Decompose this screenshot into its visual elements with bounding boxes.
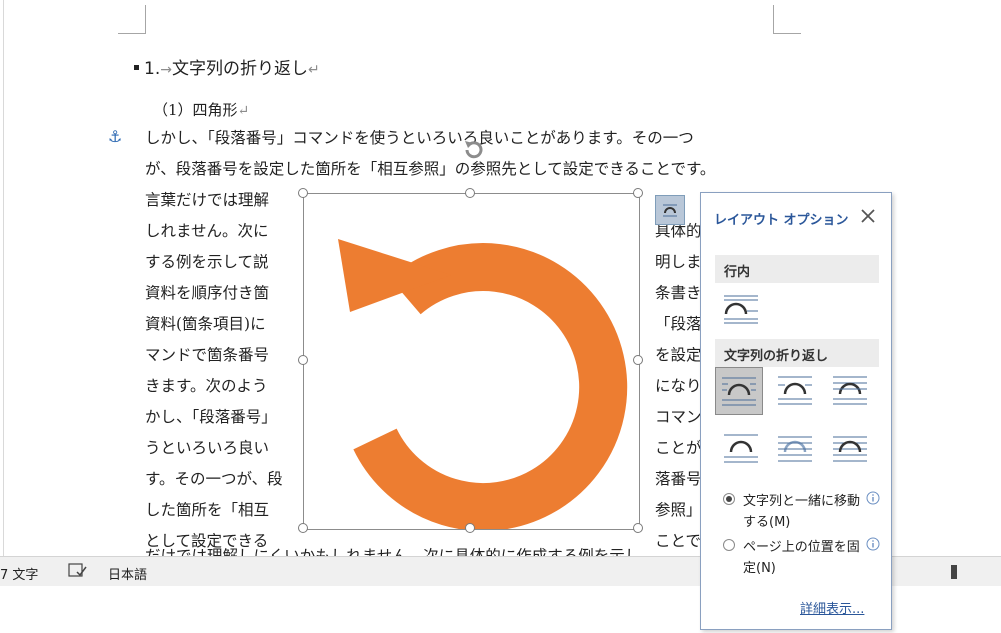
crop-mark-left-v [145, 5, 146, 33]
word-count[interactable]: 7 文字 [0, 564, 38, 583]
wrap-in-front-icon [833, 436, 867, 462]
move-with-text-label: 文字列と一緒に移動する(M) [743, 494, 861, 530]
body-line-full[interactable]: しかし、「段落番号」コマンドを使うといろいろ良いことがあります。その一つ [145, 128, 694, 148]
wrap-square-icon [722, 377, 756, 406]
body-line-right[interactable]: 条書き [655, 283, 700, 303]
body-line-left[interactable]: 資料(箇条項目)に [145, 314, 266, 334]
wrap-inline-icon [724, 295, 758, 324]
body-line-left[interactable]: 資料を順序付き箇 [145, 283, 269, 303]
wrap-tight-icon [778, 376, 812, 405]
selected-image[interactable] [303, 193, 640, 530]
body-line-right[interactable]: コマン [655, 407, 700, 427]
body-line-right[interactable]: 明しま [655, 252, 700, 272]
crop-mark-right-h [773, 33, 801, 34]
info-icon[interactable] [866, 537, 880, 551]
paragraph-mark: ↵ [307, 62, 320, 78]
resize-handle-bottom-right[interactable] [633, 523, 643, 533]
tab-mark: → [160, 62, 172, 78]
body-line-left[interactable]: する例を示して説 [145, 252, 269, 272]
crop-mark-right-v [773, 5, 774, 33]
wrap-top-bottom-button[interactable] [717, 425, 765, 473]
paragraph-mark: ↵ [237, 103, 250, 119]
body-line-left[interactable]: うといろいろ良い [145, 438, 269, 458]
body-line-right[interactable]: を設定 [655, 345, 700, 365]
heading-2-text: （1）四角形 [153, 101, 238, 119]
wrap-top-bottom-icon [724, 434, 758, 463]
wrap-through-button[interactable] [826, 367, 874, 415]
body-line-bottom[interactable]: だけでは理解しにくいかもしれません。次に具体的に作成する例を示し [145, 546, 640, 556]
resize-handle-top-right[interactable] [633, 188, 643, 198]
body-line-left[interactable]: しれません。次に [145, 221, 269, 241]
wrap-layout-icon [663, 204, 677, 217]
circular-arrow-icon [338, 239, 628, 529]
heading-2[interactable]: （1）四角形↵ [153, 99, 249, 120]
inline-section-header: 行内 [715, 255, 879, 283]
language-indicator[interactable]: 日本語 [108, 564, 147, 583]
body-line-right[interactable]: 参照」 [655, 500, 700, 520]
anchor-icon[interactable]: ⚓ [108, 127, 122, 146]
resize-handle-bottom-left[interactable] [298, 523, 308, 533]
zoom-slider-thumb[interactable] [951, 565, 957, 579]
heading-number: 1. [144, 59, 161, 79]
wrap-in-front-button[interactable] [826, 425, 874, 473]
see-more-link[interactable]: 詳細表示... [800, 598, 864, 617]
wrap-through-icon [833, 376, 867, 405]
heading-1[interactable]: 1.→文字列の折り返し↵ [134, 54, 320, 79]
proofing-icon[interactable] [68, 562, 88, 584]
rotate-handle-icon[interactable] [460, 136, 488, 164]
body-line-left[interactable]: きます。次のよう [145, 376, 267, 396]
resize-handle-top-middle[interactable] [465, 188, 475, 198]
inline-section-label: 行内 [724, 265, 751, 280]
fix-position-radio[interactable] [723, 539, 735, 551]
move-with-text-radio[interactable] [723, 493, 735, 505]
crop-mark-left-h [118, 33, 146, 34]
body-line-right[interactable]: ことで [655, 531, 700, 551]
wrap-section-header: 文字列の折り返し [715, 339, 879, 367]
wrap-tight-button[interactable] [771, 367, 819, 415]
layout-options-pane: レイアウト オプション 行内 文字列の折り返し 文字列と一緒に移動する(M) ペ… [700, 192, 892, 630]
layout-options-button[interactable] [655, 195, 685, 225]
word-window: 1.→文字列の折り返し↵ （1）四角形↵ ⚓ しかし、「段落番号」コマンドを使う… [0, 0, 1001, 633]
body-line-left[interactable]: す。その一つが、段 [145, 469, 283, 489]
resize-handle-middle-left[interactable] [298, 355, 308, 365]
body-line-left[interactable]: した箇所を「相互 [145, 500, 269, 520]
resize-handle-middle-right[interactable] [633, 355, 643, 365]
body-line-left[interactable]: かし、「段落番号」 [145, 407, 277, 427]
body-line-right[interactable]: になり [655, 376, 700, 396]
wrap-square-button[interactable] [715, 367, 763, 415]
heading-bullet [134, 65, 139, 70]
info-icon[interactable] [866, 491, 880, 505]
wrap-section-label: 文字列の折り返し [724, 349, 829, 364]
body-line-full[interactable]: が、段落番号を設定した箇所を「相互参照」の参照先として設定できることです。 [145, 159, 715, 179]
wrap-behind-text-button[interactable] [771, 425, 819, 473]
close-icon[interactable] [859, 207, 877, 225]
body-line-left[interactable]: マンドで箇条番号 [145, 345, 269, 365]
wrap-inline-button[interactable] [717, 287, 765, 335]
resize-handle-top-left[interactable] [298, 188, 308, 198]
heading-text: 文字列の折り返し [171, 59, 308, 79]
resize-handle-bottom-middle[interactable] [465, 523, 475, 533]
body-line-left[interactable]: 言葉だけでは理解 [145, 190, 269, 210]
body-line-right[interactable]: ことが [655, 438, 700, 458]
body-line-right[interactable]: 落番号 [655, 469, 700, 489]
body-line-right[interactable]: 「段落 [655, 314, 700, 334]
fix-position-label: ページ上の位置を固定(N) [743, 540, 860, 576]
wrap-behind-text-icon [778, 436, 812, 462]
layout-options-title: レイアウト オプション [714, 213, 849, 228]
